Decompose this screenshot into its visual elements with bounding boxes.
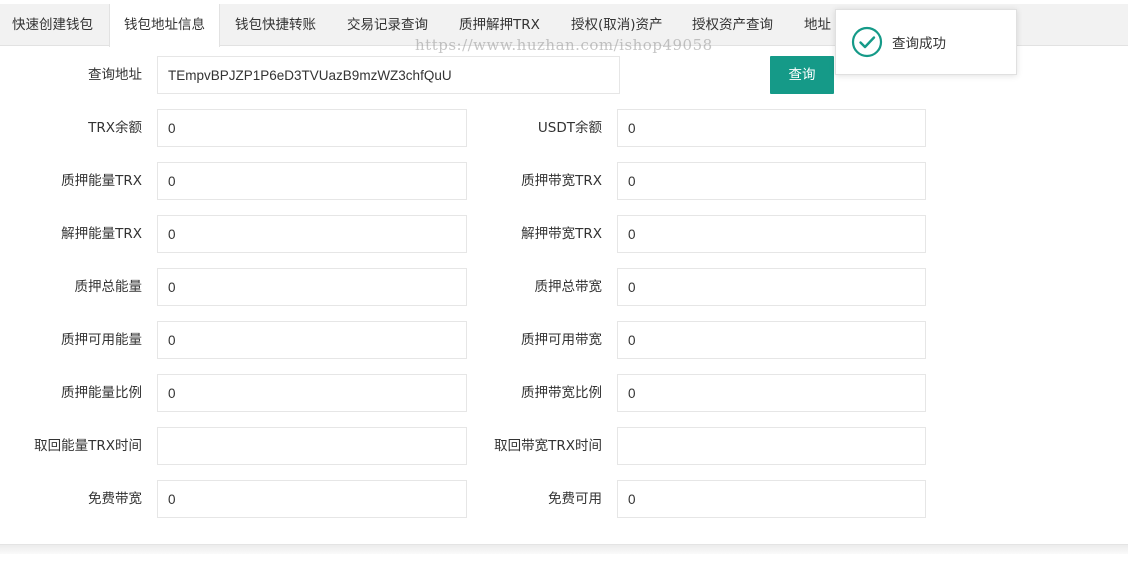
free-available-field[interactable] [617, 480, 926, 518]
tab-address[interactable]: 地址 [804, 4, 831, 46]
stake-bandwidth-ratio-label: 质押带宽比例 [521, 385, 602, 401]
tab-authorized-assets-query[interactable]: 授权资产查询 [692, 4, 773, 46]
reclaim-bandwidth-time-label: 取回带宽TRX时间 [494, 438, 602, 454]
query-address-input[interactable] [157, 56, 620, 94]
tab-wallet-quick-transfer[interactable]: 钱包快捷转账 [235, 4, 316, 46]
unstake-bandwidth-trx-label: 解押带宽TRX [521, 226, 602, 242]
usdt-balance-field[interactable] [617, 109, 926, 147]
reclaim-bandwidth-time-field[interactable] [617, 427, 926, 465]
stake-bandwidth-trx-label: 质押带宽TRX [521, 173, 602, 189]
stake-bandwidth-trx-field[interactable] [617, 162, 926, 200]
tab-wallet-address-info[interactable]: 钱包地址信息 [109, 4, 220, 47]
stake-total-bandwidth-field[interactable] [617, 268, 926, 306]
stake-total-bandwidth-label: 质押总带宽 [534, 279, 603, 295]
usdt-balance-label: USDT余额 [537, 120, 602, 136]
panel-bottom-divider [0, 544, 1128, 554]
unstake-bandwidth-trx-field[interactable] [617, 215, 926, 253]
stake-available-bandwidth-field[interactable] [617, 321, 926, 359]
tab-authorize-assets[interactable]: 授权(取消)资产 [571, 4, 663, 46]
success-toast: 查询成功 [835, 9, 1017, 75]
check-circle-icon [851, 26, 883, 58]
tab-stake-unstake-trx[interactable]: 质押解押TRX [459, 4, 540, 46]
query-address-label: 查询地址 [88, 67, 142, 83]
free-available-label: 免费可用 [548, 491, 602, 507]
stake-available-bandwidth-label: 质押可用带宽 [521, 332, 602, 348]
tab-quick-create-wallet[interactable]: 快速创建钱包 [12, 4, 93, 46]
query-button[interactable]: 查询 [770, 56, 834, 94]
toast-message: 查询成功 [892, 36, 946, 52]
stake-bandwidth-ratio-field[interactable] [617, 374, 926, 412]
tab-transaction-records[interactable]: 交易记录查询 [347, 4, 428, 46]
